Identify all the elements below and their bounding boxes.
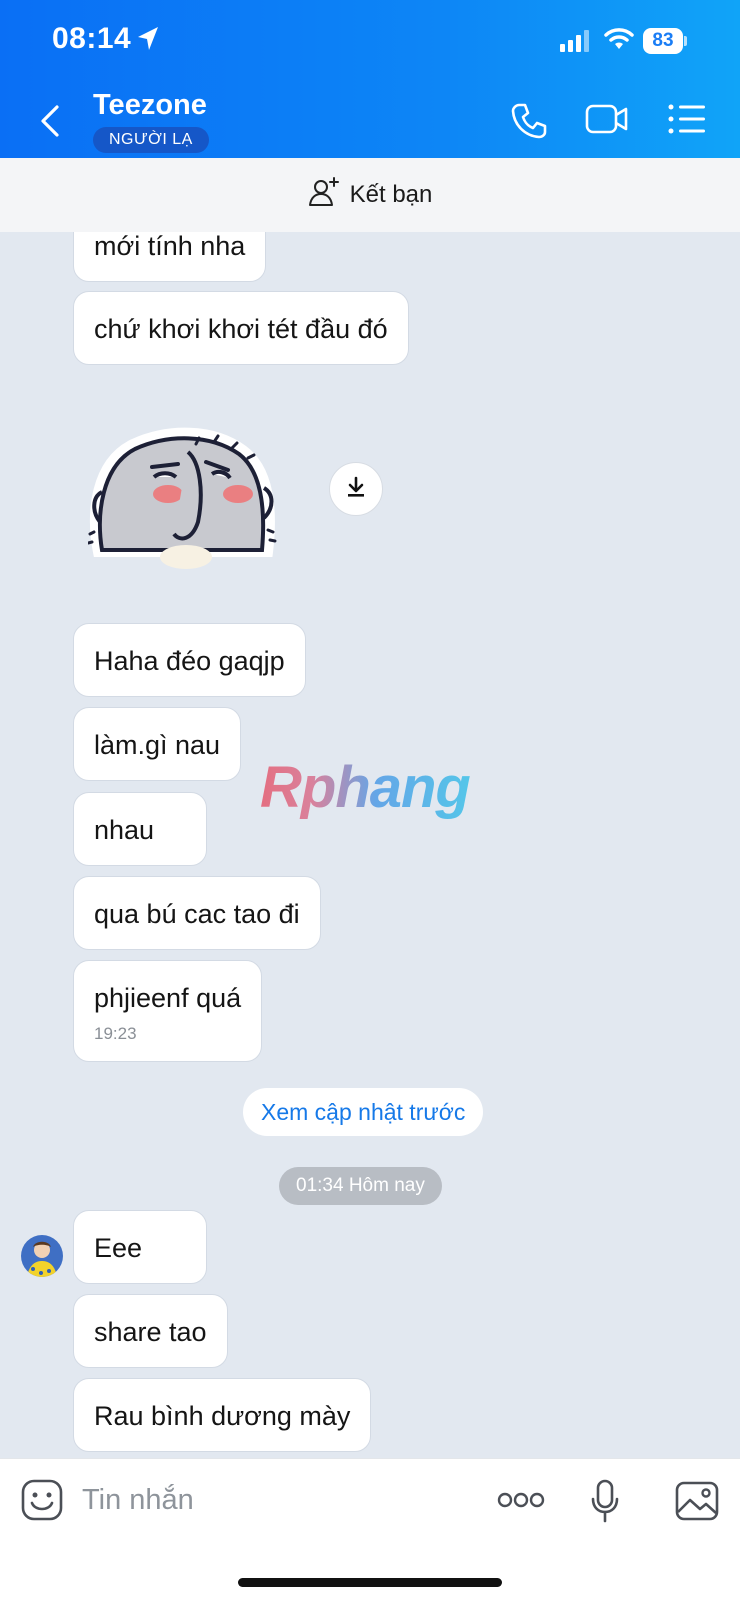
microphone-icon[interactable]	[591, 1479, 619, 1528]
contact-avatar[interactable]	[21, 1235, 63, 1277]
contact-name[interactable]: Teezone	[93, 89, 207, 122]
message-timestamp: 19:23	[94, 1024, 137, 1043]
message-bubble[interactable]: làm.gì nau	[73, 707, 242, 781]
view-previous-updates-button[interactable]: Xem cập nhật trước	[243, 1088, 484, 1136]
wifi-icon	[604, 27, 634, 56]
image-gallery-icon[interactable]	[675, 1481, 719, 1526]
phone-call-icon[interactable]	[510, 102, 548, 145]
video-call-icon[interactable]	[585, 103, 629, 140]
options-list-icon[interactable]	[668, 104, 706, 139]
download-icon	[344, 475, 368, 504]
location-arrow-icon	[137, 26, 159, 57]
watermark-logo: Rphang	[260, 755, 471, 820]
more-options-icon[interactable]	[497, 1492, 545, 1513]
message-list[interactable]: mới tính nha chứ khơi khơi tét đầu đó Ha…	[0, 232, 740, 1458]
battery-icon: 83	[643, 28, 687, 54]
message-bubble[interactable]: Rau bình dương mày	[73, 1378, 372, 1452]
message-composer	[0, 1458, 740, 1601]
date-separator: 01:34 Hôm nay	[279, 1167, 442, 1205]
home-indicator	[238, 1578, 502, 1587]
add-friend-button[interactable]: Kết bạn	[0, 158, 740, 232]
status-time: 08:14	[52, 22, 132, 55]
message-bubble[interactable]: phjieenf quá 19:23	[73, 960, 263, 1062]
sticker-image[interactable]	[86, 422, 280, 577]
battery-level: 83	[643, 28, 683, 54]
add-user-icon	[308, 176, 340, 215]
message-bubble[interactable]: nhau	[73, 792, 207, 866]
message-bubble[interactable]: chứ khơi khơi tét đầu đó	[73, 291, 409, 365]
stranger-badge: NGƯỜI LẠ	[93, 127, 209, 153]
message-bubble[interactable]: share tao	[73, 1294, 228, 1368]
message-bubble[interactable]: Eee	[73, 1210, 207, 1284]
cellular-signal-icon	[560, 30, 592, 57]
message-bubble[interactable]: Haha đéo gaqjp	[73, 623, 306, 697]
back-chevron-icon[interactable]	[38, 104, 62, 143]
sticker-emoji-icon[interactable]	[21, 1479, 63, 1526]
message-bubble[interactable]: mới tính nha	[73, 232, 267, 282]
message-bubble[interactable]: qua bú cac tao đi	[73, 876, 321, 950]
message-text: phjieenf quá	[94, 983, 242, 1013]
message-input[interactable]	[80, 1477, 464, 1523]
download-sticker-button[interactable]	[329, 462, 383, 516]
add-friend-label: Kết bạn	[349, 181, 433, 208]
chat-header: 08:14 83 Teezone NGƯỜI LẠ	[0, 0, 740, 158]
